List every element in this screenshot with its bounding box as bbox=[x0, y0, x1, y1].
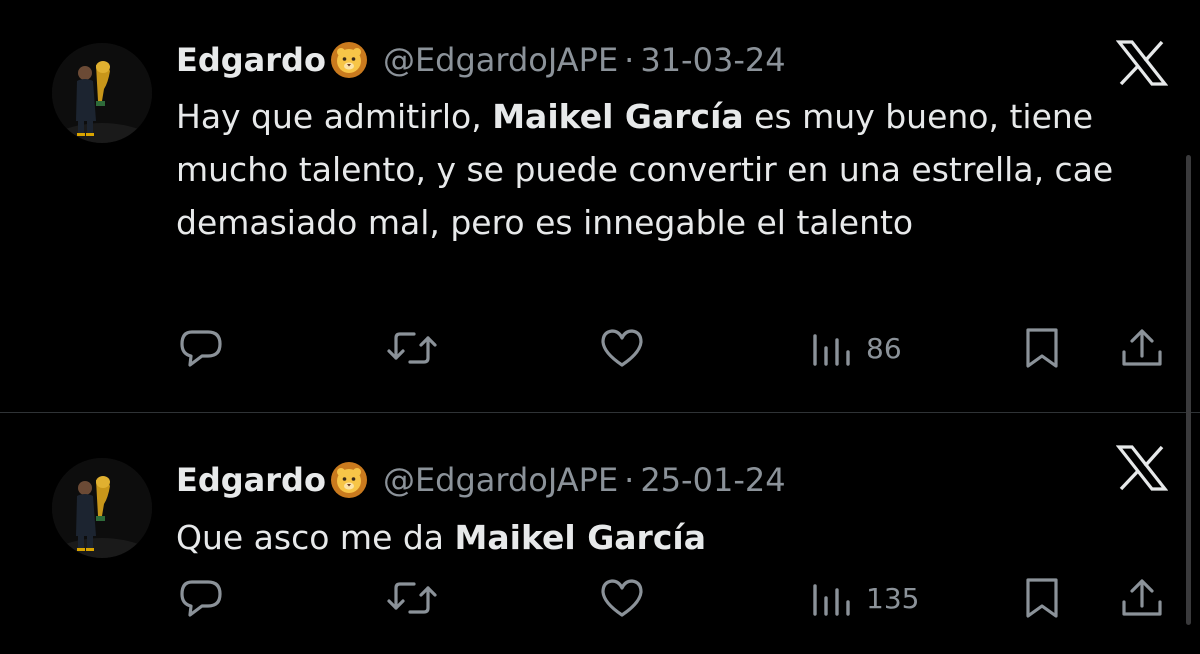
separator-dot: · bbox=[624, 461, 635, 499]
author-name[interactable]: Edgardo bbox=[176, 461, 326, 499]
views-button[interactable]: 135 bbox=[810, 576, 919, 620]
bookmark-icon bbox=[1022, 576, 1062, 620]
like-button[interactable] bbox=[598, 576, 646, 620]
like-button[interactable] bbox=[598, 326, 646, 370]
bookmark-button[interactable] bbox=[1022, 576, 1062, 620]
separator-dot: · bbox=[624, 41, 635, 79]
x-logo-icon bbox=[1115, 40, 1169, 86]
reply-icon bbox=[178, 326, 224, 370]
reply-button[interactable] bbox=[178, 576, 224, 620]
views-count: 86 bbox=[866, 331, 902, 365]
author-handle[interactable]: @EdgardoJAPE bbox=[383, 41, 618, 79]
tweet-text-part: Hay que admitirlo, bbox=[176, 97, 493, 136]
share-icon bbox=[1118, 576, 1166, 620]
retweet-icon bbox=[386, 326, 438, 370]
share-button[interactable] bbox=[1118, 576, 1166, 620]
tweet-date[interactable]: 31-03-24 bbox=[640, 41, 785, 79]
tweet-card[interactable]: Edgardo @EdgardoJAPE · 25-01-24 Que asco… bbox=[0, 413, 1200, 654]
lion-face-emoji-icon bbox=[329, 40, 369, 80]
tweet-header: Edgardo @EdgardoJAPE · 31-03-24 bbox=[176, 38, 786, 82]
scrollbar[interactable] bbox=[1186, 155, 1191, 625]
tweet-card[interactable]: Edgardo @EdgardoJAPE · 31-03-24 Hay que … bbox=[0, 0, 1200, 412]
reply-icon bbox=[178, 576, 224, 620]
action-bar: 135 bbox=[0, 576, 1200, 620]
bookmark-button[interactable] bbox=[1022, 326, 1062, 370]
bookmark-icon bbox=[1022, 326, 1062, 370]
tweet-header: Edgardo @EdgardoJAPE · 25-01-24 bbox=[176, 458, 786, 502]
retweet-icon bbox=[386, 576, 438, 620]
avatar[interactable] bbox=[52, 43, 152, 143]
tweet-text: Que asco me da Maikel García bbox=[176, 511, 1166, 564]
x-logo-icon bbox=[1115, 445, 1169, 491]
action-bar: 86 bbox=[0, 326, 1200, 370]
tweet-text-part: Que asco me da bbox=[176, 518, 455, 557]
heart-icon bbox=[598, 576, 646, 620]
tweet-text: Hay que admitirlo, Maikel García es muy … bbox=[176, 90, 1166, 249]
share-button[interactable] bbox=[1118, 326, 1166, 370]
reply-button[interactable] bbox=[178, 326, 224, 370]
views-button[interactable]: 86 bbox=[810, 326, 902, 370]
views-icon bbox=[810, 326, 854, 370]
tweet-date[interactable]: 25-01-24 bbox=[640, 461, 785, 499]
views-count: 135 bbox=[866, 581, 920, 615]
tweet-text-bold: Maikel García bbox=[492, 97, 744, 136]
author-name[interactable]: Edgardo bbox=[176, 41, 326, 79]
retweet-button[interactable] bbox=[386, 326, 438, 370]
heart-icon bbox=[598, 326, 646, 370]
avatar[interactable] bbox=[52, 458, 152, 558]
author-handle[interactable]: @EdgardoJAPE bbox=[383, 461, 618, 499]
views-icon bbox=[810, 576, 854, 620]
retweet-button[interactable] bbox=[386, 576, 438, 620]
lion-face-emoji-icon bbox=[329, 460, 369, 500]
share-icon bbox=[1118, 326, 1166, 370]
tweet-text-bold: Maikel García bbox=[454, 518, 706, 557]
